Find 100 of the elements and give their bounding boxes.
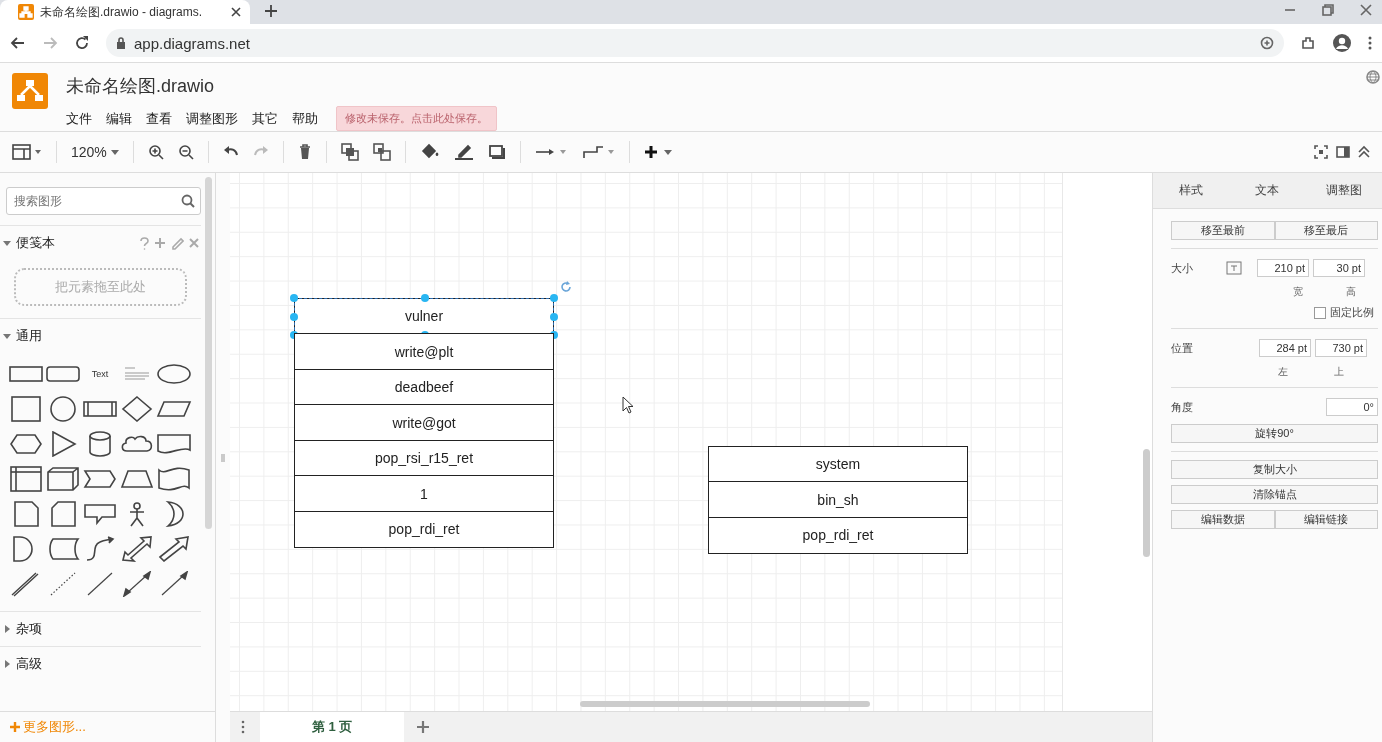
order-button[interactable]: 移至最前 xyxy=(1171,221,1275,240)
edit-button[interactable]: 编辑数据 xyxy=(1171,510,1275,529)
format-tab[interactable]: 文本 xyxy=(1229,173,1306,209)
diagram-cell[interactable]: write@plt xyxy=(294,333,554,370)
format-panel-icon[interactable] xyxy=(1336,145,1350,159)
mouse-cursor-icon xyxy=(622,396,634,414)
send-to-back-icon[interactable] xyxy=(372,143,391,161)
menu-item[interactable]: 编辑 xyxy=(106,109,132,128)
restore-icon[interactable] xyxy=(1322,4,1334,16)
shadow-icon[interactable] xyxy=(487,144,506,160)
line-color-icon[interactable] xyxy=(453,143,474,161)
reload-icon[interactable] xyxy=(74,35,90,51)
ellipse-icon[interactable] xyxy=(156,361,192,387)
top-field[interactable]: 730 pt xyxy=(1315,339,1367,357)
zoom-in-icon[interactable] xyxy=(1260,36,1274,50)
square-icon[interactable] xyxy=(8,396,44,422)
callout-icon[interactable] xyxy=(82,501,118,527)
search-icon[interactable] xyxy=(181,194,195,208)
diamond-icon[interactable] xyxy=(119,396,155,422)
globe-icon[interactable] xyxy=(1366,70,1380,84)
diagram-cell[interactable]: write@got xyxy=(294,404,554,441)
top-label: 上 xyxy=(1333,365,1345,379)
constrain-checkbox[interactable] xyxy=(1314,306,1326,319)
size-label: 大小 xyxy=(1171,260,1194,276)
browser-tab[interactable]: 未命名绘图.drawio - diagrams. xyxy=(0,0,250,24)
page-tab[interactable]: 第 1 页 xyxy=(260,712,404,742)
search-field[interactable]: 搜索图形 xyxy=(6,187,201,215)
url-text: app.diagrams.net xyxy=(134,34,250,52)
diagram-cell[interactable]: 1 xyxy=(294,475,554,512)
close-icon[interactable] xyxy=(230,6,242,18)
fill-color-icon[interactable] xyxy=(419,143,440,161)
diagram-cell[interactable]: pop_rdi_ret xyxy=(708,516,968,554)
scrollbar[interactable] xyxy=(1143,449,1150,557)
document-title[interactable]: 未命名绘图.drawio xyxy=(66,74,497,98)
diagram-cell[interactable]: pop_rdi_ret xyxy=(294,510,554,548)
edit-button[interactable]: 编辑链接 xyxy=(1274,510,1378,529)
block-arrow-icon[interactable] xyxy=(156,536,192,562)
sidebar-section-header[interactable]: 通用 xyxy=(0,318,201,353)
internal-storage-icon[interactable] xyxy=(8,466,44,492)
panel-layout-icon[interactable] xyxy=(12,143,42,161)
add-page-icon[interactable] xyxy=(416,720,430,734)
collapse-icon[interactable] xyxy=(1358,145,1370,159)
tape-icon[interactable] xyxy=(156,466,192,492)
diagram-canvas[interactable]: vulner write@plt deadbeef write@got pop_rsi_r15_ret 1 pop_rdi_ret system bin_sh pop_rdi_ret xyxy=(230,173,1062,711)
double-arrow-icon[interactable] xyxy=(119,536,155,562)
zoom-out-icon[interactable] xyxy=(177,144,194,160)
action-button[interactable]: 清除锚点 xyxy=(1171,485,1378,504)
resize-grip-icon[interactable] xyxy=(221,452,225,463)
format-tab[interactable]: 调整图 xyxy=(1305,173,1382,209)
left-field[interactable]: 284 pt xyxy=(1259,339,1311,357)
menu-item[interactable]: 调整图形 xyxy=(186,109,238,128)
extensions-icon[interactable] xyxy=(1300,35,1316,51)
menu-item[interactable]: 帮助 xyxy=(292,109,318,128)
angle-label: 角度 xyxy=(1171,399,1194,415)
fullscreen-icon[interactable] xyxy=(1314,145,1328,159)
height-label: 高 xyxy=(1345,285,1358,299)
diagram-cell[interactable]: system xyxy=(708,445,968,483)
angle-field[interactable]: 0° xyxy=(1326,398,1378,416)
scrollbar[interactable] xyxy=(580,701,870,707)
connection-arrow-icon[interactable] xyxy=(534,146,567,158)
lock-icon xyxy=(116,37,126,49)
profile-icon[interactable] xyxy=(1332,33,1352,53)
cube-icon[interactable] xyxy=(45,466,81,492)
bring-to-front-icon[interactable] xyxy=(340,143,359,161)
sidebar-section-header[interactable]: 杂项 xyxy=(0,611,201,646)
zoom-in-icon[interactable] xyxy=(147,144,164,160)
app-logo-icon xyxy=(12,73,48,109)
sidebar-section-header[interactable]: 高级 xyxy=(0,646,201,681)
menu-item[interactable]: 其它 xyxy=(252,109,278,128)
scrollbar[interactable] xyxy=(205,177,212,529)
diagram-cell[interactable]: bin_sh xyxy=(708,481,968,518)
rotate-button[interactable]: 旋转90° xyxy=(1171,424,1378,443)
rotate-handle-icon[interactable] xyxy=(560,281,572,293)
close-icon[interactable] xyxy=(1360,4,1372,16)
zoom-dropdown[interactable]: 120% xyxy=(71,144,119,160)
height-field[interactable]: 30 pt xyxy=(1313,259,1365,277)
format-tab[interactable]: 样式 xyxy=(1153,173,1230,209)
more-menu-icon[interactable] xyxy=(1368,35,1372,51)
constrain-label: 固定比例 xyxy=(1330,305,1374,320)
address-bar[interactable]: app.diagrams.net xyxy=(106,29,1284,57)
left-label: 左 xyxy=(1277,365,1289,379)
new-tab-icon[interactable] xyxy=(264,4,278,18)
back-icon[interactable] xyxy=(10,35,26,51)
waypoint-icon[interactable] xyxy=(580,144,615,160)
position-label: 位置 xyxy=(1171,340,1194,356)
trash-icon[interactable] xyxy=(297,144,312,160)
menu-item[interactable]: 查看 xyxy=(146,109,172,128)
menu-item[interactable]: 文件 xyxy=(66,109,92,128)
width-label: 宽 xyxy=(1292,285,1305,299)
insert-plus-icon[interactable] xyxy=(643,144,674,160)
caret-right-icon xyxy=(2,659,12,669)
drop-zone: 把元素拖至此处 xyxy=(14,268,187,306)
order-button[interactable]: 移至最后 xyxy=(1274,221,1378,240)
pages-menu-icon[interactable] xyxy=(241,720,245,734)
hexagon-icon[interactable] xyxy=(8,431,44,457)
caret-right-icon xyxy=(2,624,12,634)
text-shape[interactable]: Text xyxy=(82,361,118,387)
action-button[interactable]: 复制大小 xyxy=(1171,460,1378,479)
search-input[interactable]: 搜索图形 xyxy=(12,193,181,209)
width-field[interactable]: 210 pt xyxy=(1257,259,1309,277)
